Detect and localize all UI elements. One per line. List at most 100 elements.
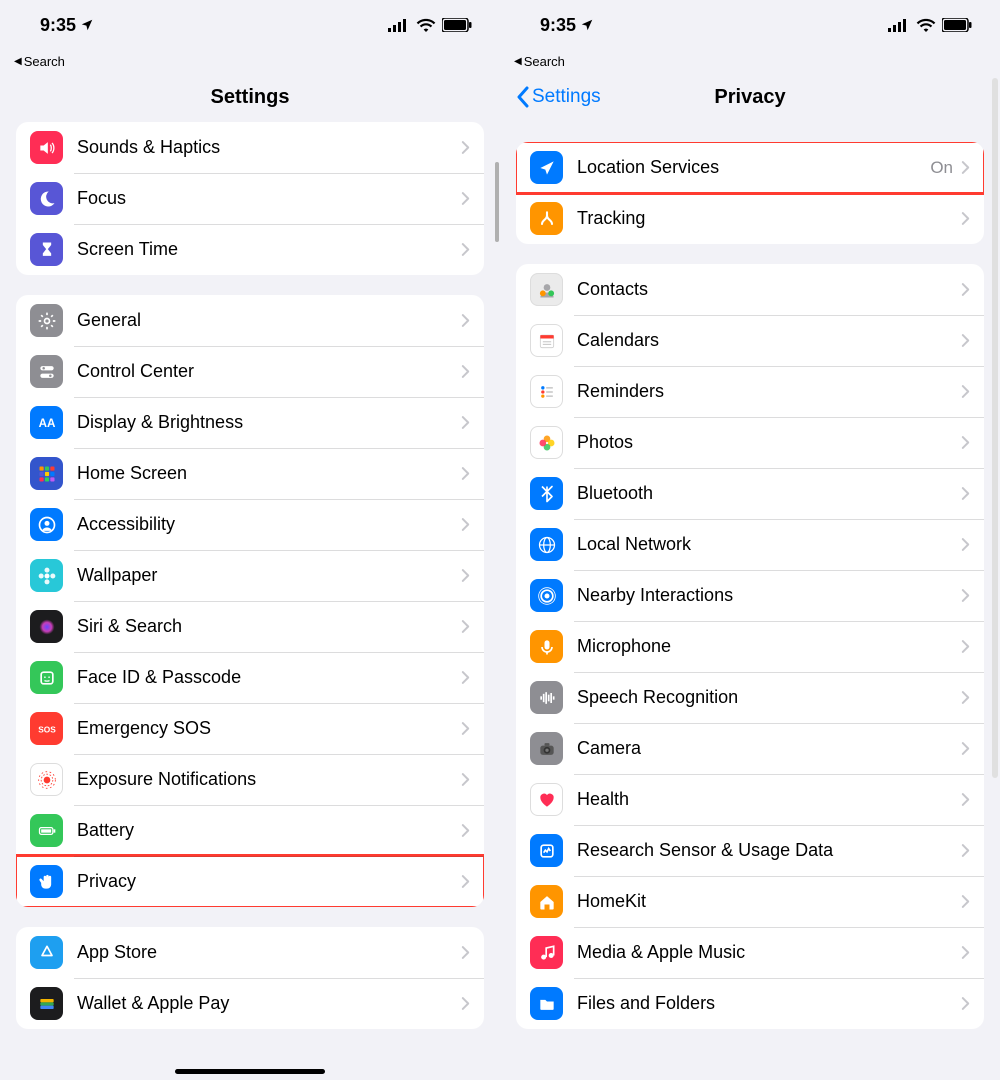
home-indicator[interactable] — [175, 1069, 325, 1074]
page-title: Settings — [211, 86, 290, 109]
chevron-right-icon — [961, 639, 970, 654]
wallet-icon — [30, 987, 63, 1020]
row-label: Microphone — [577, 636, 961, 657]
row-home-screen[interactable]: Home Screen — [16, 448, 484, 499]
wifi-icon — [416, 18, 436, 32]
chevron-right-icon — [961, 792, 970, 807]
row-display-brightness[interactable]: AADisplay & Brightness — [16, 397, 484, 448]
photos-icon — [530, 426, 563, 459]
row-bluetooth[interactable]: Bluetooth — [516, 468, 984, 519]
chevron-right-icon — [961, 843, 970, 858]
row-tracking[interactable]: Tracking — [516, 193, 984, 244]
row-screen-time[interactable]: Screen Time — [16, 224, 484, 275]
row-label: Files and Folders — [577, 993, 961, 1014]
chevron-right-icon — [961, 945, 970, 960]
status-bar: 9:35 — [0, 0, 500, 50]
row-control-center[interactable]: Control Center — [16, 346, 484, 397]
row-battery[interactable]: Battery — [16, 805, 484, 856]
speaker-icon — [30, 131, 63, 164]
chevron-right-icon — [461, 466, 470, 481]
row-label: Tracking — [577, 208, 961, 229]
row-label: Siri & Search — [77, 616, 461, 637]
chevron-right-icon — [461, 721, 470, 736]
mic-icon — [530, 630, 563, 663]
row-label: Reminders — [577, 381, 961, 402]
row-siri-search[interactable]: Siri & Search — [16, 601, 484, 652]
row-local-network[interactable]: Local Network — [516, 519, 984, 570]
row-health[interactable]: Health — [516, 774, 984, 825]
row-calendars[interactable]: Calendars — [516, 315, 984, 366]
chevron-right-icon — [961, 384, 970, 399]
page-scrollbar[interactable] — [992, 78, 998, 778]
battery-icon — [442, 18, 472, 32]
battery-icon — [30, 814, 63, 847]
row-label: Focus — [77, 188, 461, 209]
face-icon — [30, 661, 63, 694]
row-label: Home Screen — [77, 463, 461, 484]
row-app-store[interactable]: App Store — [16, 927, 484, 978]
row-nearby-interactions[interactable]: Nearby Interactions — [516, 570, 984, 621]
row-emergency-sos[interactable]: SOS Emergency SOS — [16, 703, 484, 754]
globe-icon — [530, 528, 563, 561]
row-label: Control Center — [77, 361, 461, 382]
row-location-services[interactable]: Location ServicesOn — [516, 142, 984, 193]
row-camera[interactable]: Camera — [516, 723, 984, 774]
row-speech-recognition[interactable]: Speech Recognition — [516, 672, 984, 723]
row-label: Bluetooth — [577, 483, 961, 504]
chevron-right-icon — [461, 191, 470, 206]
row-sounds-haptics[interactable]: Sounds & Haptics — [16, 122, 484, 173]
moon-icon — [30, 182, 63, 215]
chevron-right-icon — [461, 619, 470, 634]
back-to-search[interactable]: ◀ Search — [500, 50, 1000, 72]
cellular-icon — [888, 18, 910, 32]
chevron-right-icon — [961, 741, 970, 756]
row-contacts[interactable]: Contacts — [516, 264, 984, 315]
nav-back-button[interactable]: Settings — [516, 72, 601, 122]
back-triangle-icon: ◀ — [514, 56, 522, 67]
bluetooth-icon — [530, 477, 563, 510]
chevron-right-icon — [961, 486, 970, 501]
row-general[interactable]: General — [16, 295, 484, 346]
row-media-applemusic[interactable]: Media & Apple Music — [516, 927, 984, 978]
row-microphone[interactable]: Microphone — [516, 621, 984, 672]
row-photos[interactable]: Photos — [516, 417, 984, 468]
back-triangle-icon: ◀ — [14, 56, 22, 67]
chevron-right-icon — [961, 160, 970, 175]
hourglass-icon — [30, 233, 63, 266]
row-label: App Store — [77, 942, 461, 963]
row-focus[interactable]: Focus — [16, 173, 484, 224]
chevron-right-icon — [461, 568, 470, 583]
chevron-right-icon — [461, 670, 470, 685]
row-wallpaper[interactable]: Wallpaper — [16, 550, 484, 601]
row-label: Wallpaper — [77, 565, 461, 586]
back-to-search[interactable]: ◀ Search — [0, 50, 500, 72]
chevron-right-icon — [961, 996, 970, 1011]
row-files-folders[interactable]: Files and Folders — [516, 978, 984, 1029]
row-label: Local Network — [577, 534, 961, 555]
row-accessibility[interactable]: Accessibility — [16, 499, 484, 550]
row-wallet-applepay[interactable]: Wallet & Apple Pay — [16, 978, 484, 1029]
row-label: Camera — [577, 738, 961, 759]
row-label: Photos — [577, 432, 961, 453]
chevron-right-icon — [961, 588, 970, 603]
exposure-icon — [30, 763, 63, 796]
row-label: Calendars — [577, 330, 961, 351]
row-research-sensor[interactable]: Research Sensor & Usage Data — [516, 825, 984, 876]
appstore-icon — [30, 936, 63, 969]
svg-text:SOS: SOS — [38, 724, 56, 734]
row-faceid-passcode[interactable]: Face ID & Passcode — [16, 652, 484, 703]
row-homekit[interactable]: HomeKit — [516, 876, 984, 927]
row-value: On — [930, 158, 953, 178]
row-label: Health — [577, 789, 961, 810]
row-label: Battery — [77, 820, 461, 841]
scrollbar[interactable] — [495, 162, 499, 242]
row-label: HomeKit — [577, 891, 961, 912]
row-exposure-notifications[interactable]: Exposure Notifications — [16, 754, 484, 805]
row-privacy[interactable]: Privacy — [16, 856, 484, 907]
row-label: Emergency SOS — [77, 718, 461, 739]
chevron-right-icon — [461, 517, 470, 532]
row-reminders[interactable]: Reminders — [516, 366, 984, 417]
chevron-right-icon — [461, 415, 470, 430]
status-time: 9:35 — [540, 15, 576, 36]
contacts-icon — [530, 273, 563, 306]
